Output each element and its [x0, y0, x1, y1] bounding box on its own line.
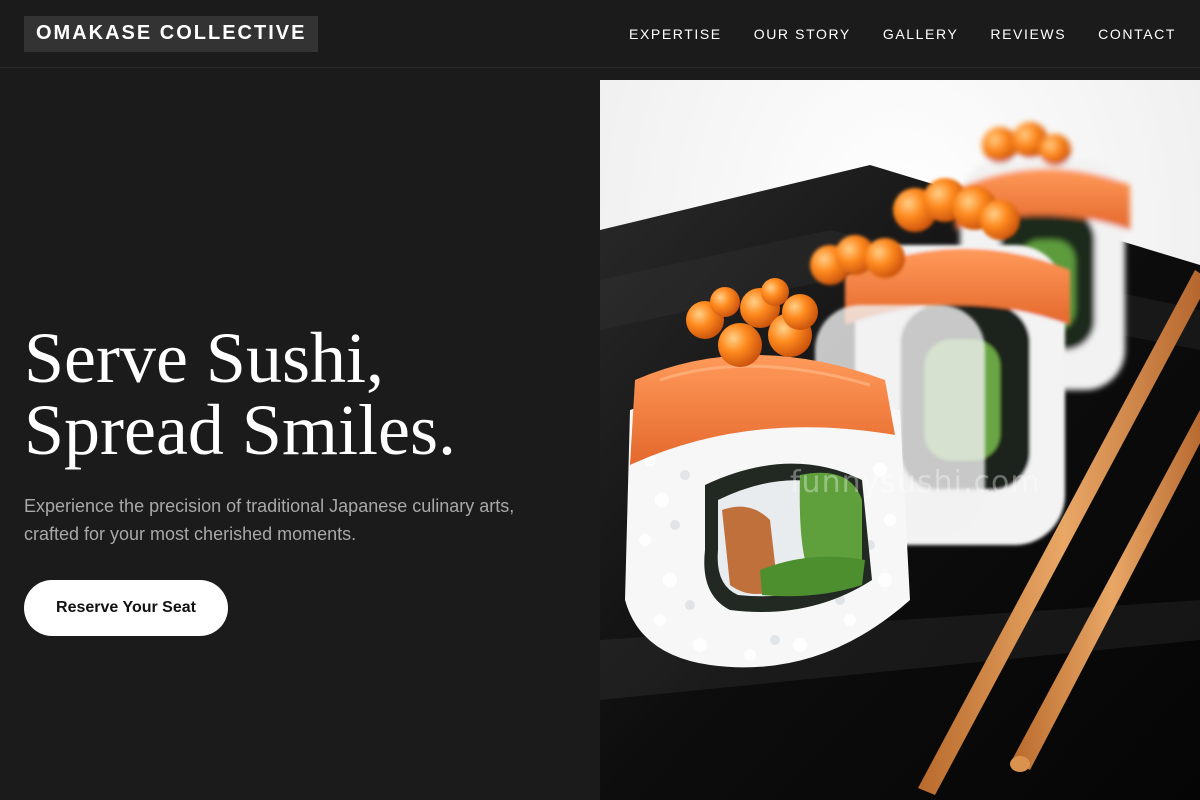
- nav-link-expertise[interactable]: EXPERTISE: [629, 26, 722, 42]
- photo-watermark: funnysushi.com: [790, 465, 1041, 500]
- nav-link-contact[interactable]: CONTACT: [1098, 26, 1176, 42]
- hero-sushi-photo: funnysushi.com: [600, 80, 1200, 800]
- main-nav: EXPERTISE OUR STORY GALLERY REVIEWS CONT…: [629, 26, 1176, 42]
- hero-subtext: Experience the precision of traditional …: [24, 496, 515, 544]
- nav-link-reviews[interactable]: REVIEWS: [990, 26, 1066, 42]
- hero-section: Serve Sushi, Spread Smiles. Experience t…: [24, 322, 564, 636]
- sushi-illustration: [600, 80, 1200, 800]
- site-header: OMAKASE COLLECTIVE EXPERTISE OUR STORY G…: [0, 0, 1200, 68]
- headline-line-1: Serve Sushi,: [24, 318, 384, 398]
- nav-link-gallery[interactable]: GALLERY: [883, 26, 959, 42]
- nav-link-our-story[interactable]: OUR STORY: [754, 26, 851, 42]
- reserve-seat-button[interactable]: Reserve Your Seat: [24, 580, 228, 636]
- brand-logo[interactable]: OMAKASE COLLECTIVE: [24, 15, 319, 52]
- headline-line-2: Spread Smiles.: [24, 390, 456, 470]
- hero-headline: Serve Sushi, Spread Smiles.: [24, 322, 564, 466]
